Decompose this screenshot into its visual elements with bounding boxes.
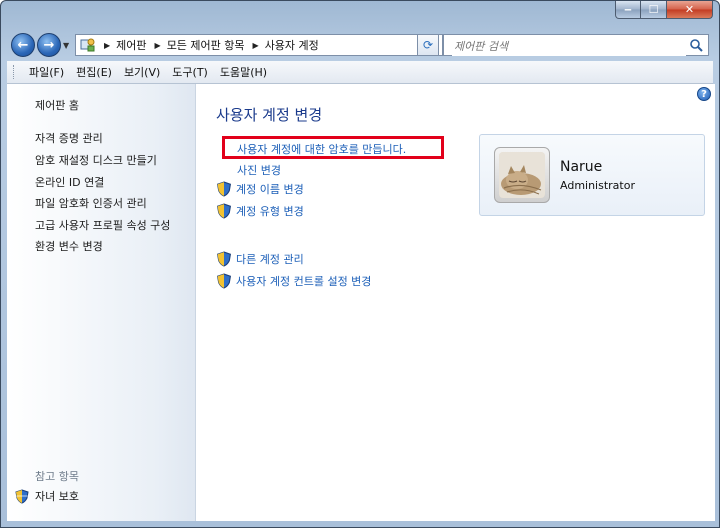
search-icon[interactable] [689, 38, 703, 52]
sidebar-item-file-encryption-certs[interactable]: 파일 암호화 인증서 관리 [35, 195, 147, 211]
menu-tools[interactable]: 도구(T) [166, 62, 214, 82]
breadcrumb-all-items[interactable]: 모든 제어판 항목 [167, 37, 245, 53]
caption-buttons: ‒ ☐ ✕ [615, 1, 713, 21]
task-change-account-name[interactable]: 계정 이름 변경 [216, 181, 304, 197]
task-manage-another-account-label: 다른 계정 관리 [236, 253, 304, 266]
task-change-account-type[interactable]: 계정 유형 변경 [216, 203, 304, 219]
avatar[interactable] [494, 147, 550, 203]
sidebar-item-credential-manager[interactable]: 자격 증명 관리 [35, 130, 103, 146]
arrow-left-icon: ← [17, 37, 29, 53]
refresh-button[interactable]: ⟳ [417, 34, 439, 56]
see-also-heading: 참고 항목 [35, 470, 79, 483]
control-panel-icon [80, 38, 96, 52]
account-name: Narue [560, 159, 603, 175]
back-button[interactable]: ← [11, 33, 35, 57]
search-box[interactable] [443, 34, 709, 56]
task-manage-another-account[interactable]: 다른 계정 관리 [216, 251, 304, 267]
control-panel-window: ‒ ☐ ✕ ← → ▼ ▶ 제어판 ▶ 모든 제어판 항목 ▶ 사용자 계정 ⟳… [0, 0, 720, 528]
kitten-picture [499, 152, 545, 198]
shield-icon [216, 203, 232, 219]
shield-icon [15, 488, 29, 504]
close-button[interactable]: ✕ [667, 1, 713, 19]
shield-icon [216, 273, 232, 289]
toolbar-grip [13, 65, 17, 79]
sidebar-item-advanced-profile[interactable]: 고급 사용자 프로필 속성 구성 [35, 217, 170, 233]
sidebar-item-password-reset-disk[interactable]: 암호 재설정 디스크 만들기 [35, 152, 157, 168]
shield-icon [216, 181, 232, 197]
main-pane: ? 사용자 계정 변경 사용자 계정에 대한 암호를 만듭니다. 사진 변경 계… [196, 84, 715, 521]
sidebar-item-control-panel-home[interactable]: 제어판 홈 [35, 97, 79, 113]
refresh-icon: ⟳ [422, 38, 434, 52]
shield-icon [216, 251, 232, 267]
task-create-password[interactable]: 사용자 계정에 대한 암호를 만듭니다. [217, 141, 406, 157]
account-role: Administrator [560, 179, 635, 192]
task-change-account-name-label: 계정 이름 변경 [236, 183, 304, 196]
parental-controls-label: 자녀 보호 [35, 490, 79, 503]
task-create-password-label: 사용자 계정에 대한 암호를 만듭니다. [237, 143, 407, 156]
maximize-button[interactable]: ☐ [641, 1, 667, 19]
menu-file[interactable]: 파일(F) [23, 62, 70, 82]
navigation-bar: ← → ▼ ▶ 제어판 ▶ 모든 제어판 항목 ▶ 사용자 계정 ▼ ⟳ [7, 27, 713, 61]
sidebar-item-environment-variables[interactable]: 환경 변수 변경 [35, 238, 103, 254]
sidebar-item-parental-controls[interactable]: 자녀 보호 [15, 488, 79, 504]
minimize-button[interactable]: ‒ [615, 1, 641, 19]
task-uac-settings-label: 사용자 계정 컨트롤 설정 변경 [236, 275, 372, 288]
help-icon[interactable]: ? [697, 87, 711, 101]
sidebar-item-link-online-id[interactable]: 온라인 ID 연결 [35, 174, 104, 190]
breadcrumb-control-panel[interactable]: 제어판 [116, 37, 146, 53]
task-uac-settings[interactable]: 사용자 계정 컨트롤 설정 변경 [216, 273, 371, 289]
menu-bar: 파일(F) 편집(E) 보기(V) 도구(T) 도움말(H) [7, 61, 713, 84]
breadcrumb-user-accounts[interactable]: 사용자 계정 [265, 37, 319, 53]
account-card: Narue Administrator [479, 134, 705, 216]
search-input[interactable] [452, 36, 686, 56]
task-pane: 제어판 홈 자격 증명 관리 암호 재설정 디스크 만들기 온라인 ID 연결 … [7, 84, 196, 521]
forward-button[interactable]: → [37, 33, 61, 57]
menu-help[interactable]: 도움말(H) [214, 62, 273, 82]
breadcrumb-separator-icon[interactable]: ▶ [155, 41, 161, 50]
breadcrumb-separator-icon[interactable]: ▶ [104, 41, 110, 50]
address-bar[interactable]: ▶ 제어판 ▶ 모든 제어판 항목 ▶ 사용자 계정 ▼ [75, 34, 443, 56]
breadcrumb-separator-icon[interactable]: ▶ [253, 41, 259, 50]
menu-edit[interactable]: 편집(E) [70, 62, 118, 82]
content-area: 제어판 홈 자격 증명 관리 암호 재설정 디스크 만들기 온라인 ID 연결 … [7, 84, 715, 521]
task-change-picture[interactable]: 사진 변경 [217, 162, 281, 178]
menu-view[interactable]: 보기(V) [118, 62, 166, 82]
task-change-account-type-label: 계정 유형 변경 [236, 205, 304, 218]
page-title: 사용자 계정 변경 [216, 106, 323, 124]
task-change-picture-label: 사진 변경 [237, 164, 281, 177]
arrow-right-icon: → [43, 37, 55, 53]
recent-pages-dropdown[interactable]: ▼ [63, 41, 69, 50]
